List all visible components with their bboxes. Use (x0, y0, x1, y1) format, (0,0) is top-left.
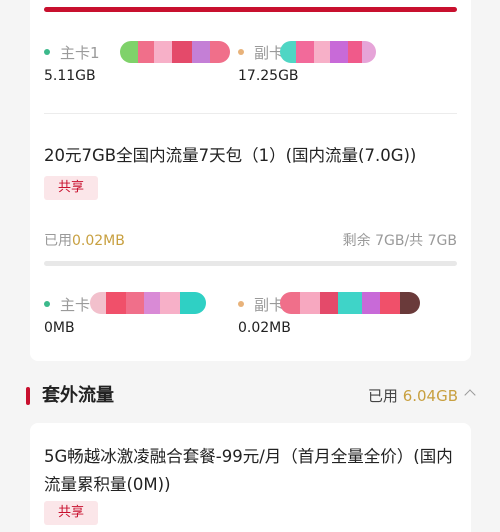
primary-card-value: 5.11GB (44, 68, 96, 84)
section-marker (26, 387, 30, 405)
used-value: 0.02MB (72, 233, 125, 249)
package-card: 主卡1 5.11GB 副卡 17.25GB 20元7GB全国内流量7天包（1）(… (30, 0, 471, 361)
remaining-amount: 剩余 7GB/共 7GB (342, 233, 457, 249)
primary-card-label: 主卡 (60, 295, 91, 314)
package-card: 5G畅越冰激凌融合套餐-99元/月（首月全量全价）(国内流量累积量(0M)) 共… (30, 423, 471, 532)
section-title: 套外流量 (42, 385, 114, 406)
extra-traffic-header[interactable]: 套外流量 已用 6.04GB (26, 383, 476, 409)
redacted-number (280, 41, 376, 63)
primary-card-label: 主卡1 (60, 43, 100, 62)
redacted-number (280, 292, 420, 314)
extra-used-value: 6.04GB (402, 387, 458, 405)
page: 主卡1 5.11GB 副卡 17.25GB 20元7GB全国内流量7天包（1）(… (0, 0, 500, 532)
secondary-dot-icon (238, 301, 244, 307)
usage-progress-bar (44, 7, 457, 12)
redacted-number (90, 292, 206, 314)
usage-progress-bar (44, 261, 457, 266)
used-amount: 已用0.02MB (44, 233, 125, 249)
shared-tag: 共享 (44, 501, 99, 525)
shared-tag: 共享 (44, 176, 99, 200)
package-title: 5G畅越冰激凌融合套餐-99元/月（首月全量全价）(国内流量累积量(0M)) (44, 447, 453, 494)
redacted-number (120, 41, 230, 63)
primary-card-usage: 主卡1 5.11GB (44, 42, 100, 84)
primary-dot-icon (44, 301, 50, 307)
package-title: 20元7GB全国内流量7天包（1）(国内流量(7.0G)) (44, 146, 417, 165)
chevron-up-icon[interactable] (464, 389, 476, 401)
primary-card-usage: 主卡 0MB (44, 294, 90, 336)
extra-used: 已用 6.04GB (367, 387, 458, 405)
divider (44, 113, 457, 114)
primary-card-value: 0MB (44, 320, 75, 336)
secondary-dot-icon (238, 49, 244, 55)
secondary-card-value: 17.25GB (238, 68, 299, 84)
primary-dot-icon (44, 49, 50, 55)
secondary-card-value: 0.02MB (238, 320, 291, 336)
